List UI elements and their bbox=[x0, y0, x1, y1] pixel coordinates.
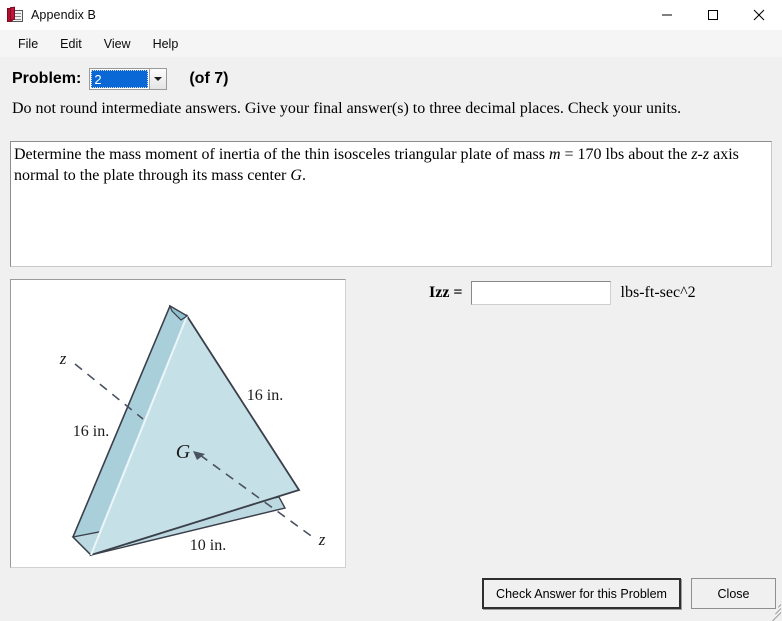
problem-count-label: (of 7) bbox=[189, 70, 229, 87]
resize-grip[interactable] bbox=[767, 601, 782, 621]
statement-part-2: = 170 lbs about the bbox=[560, 146, 692, 163]
close-button[interactable]: Close bbox=[691, 578, 776, 609]
figure-panel: z z 16 in. 16 in. 10 in. G bbox=[10, 279, 346, 568]
problem-statement-text: Determine the mass moment of inertia of … bbox=[14, 144, 768, 187]
problem-label: Problem: bbox=[12, 70, 82, 87]
window-title: Appendix B bbox=[31, 8, 96, 22]
menu-file[interactable]: File bbox=[8, 33, 48, 55]
answer-units-label: lbs-ft-sec^2 bbox=[620, 284, 696, 301]
mass-symbol: m bbox=[548, 146, 561, 163]
problem-statement-box: Determine the mass moment of inertia of … bbox=[10, 141, 772, 267]
answer-row: Izz = lbs-ft-sec^2 bbox=[429, 281, 696, 305]
close-icon[interactable] bbox=[736, 0, 782, 30]
minimize-button[interactable] bbox=[644, 0, 690, 30]
menu-bar: File Edit View Help bbox=[0, 30, 782, 57]
book-icon bbox=[6, 6, 24, 24]
menu-help[interactable]: Help bbox=[143, 33, 189, 55]
title-bar: Appendix B bbox=[0, 0, 782, 30]
label-side-right: 16 in. bbox=[247, 387, 283, 404]
chevron-down-icon[interactable] bbox=[149, 69, 167, 89]
triangular-plate-diagram: z z 16 in. 16 in. 10 in. G bbox=[59, 304, 326, 557]
centroid-symbol: G bbox=[290, 167, 302, 185]
answer-label: Izz = bbox=[429, 284, 463, 301]
problem-number-dropdown[interactable]: 2 bbox=[89, 68, 168, 90]
check-answer-button[interactable]: Check Answer for this Problem bbox=[482, 578, 681, 609]
label-z-top: z bbox=[59, 349, 67, 368]
instructions-text: Do not round intermediate answers. Give … bbox=[12, 100, 682, 117]
axis-symbol: z-z bbox=[691, 146, 710, 163]
window-controls bbox=[644, 0, 782, 30]
label-side-left: 16 in. bbox=[73, 423, 109, 440]
menu-edit[interactable]: Edit bbox=[50, 33, 92, 55]
menu-view[interactable]: View bbox=[94, 33, 141, 55]
problem-number-value: 2 bbox=[91, 70, 149, 88]
problem-selector-row: Problem: 2 (of 7) bbox=[12, 64, 228, 94]
label-z-bottom: z bbox=[318, 530, 326, 549]
answer-input[interactable] bbox=[470, 281, 611, 305]
maximize-button[interactable] bbox=[690, 0, 736, 30]
label-base: 10 in. bbox=[190, 537, 226, 554]
label-centroid-g: G bbox=[176, 441, 191, 463]
statement-part-4: . bbox=[301, 167, 306, 185]
statement-part-1: Determine the mass moment of inertia of … bbox=[14, 146, 549, 163]
